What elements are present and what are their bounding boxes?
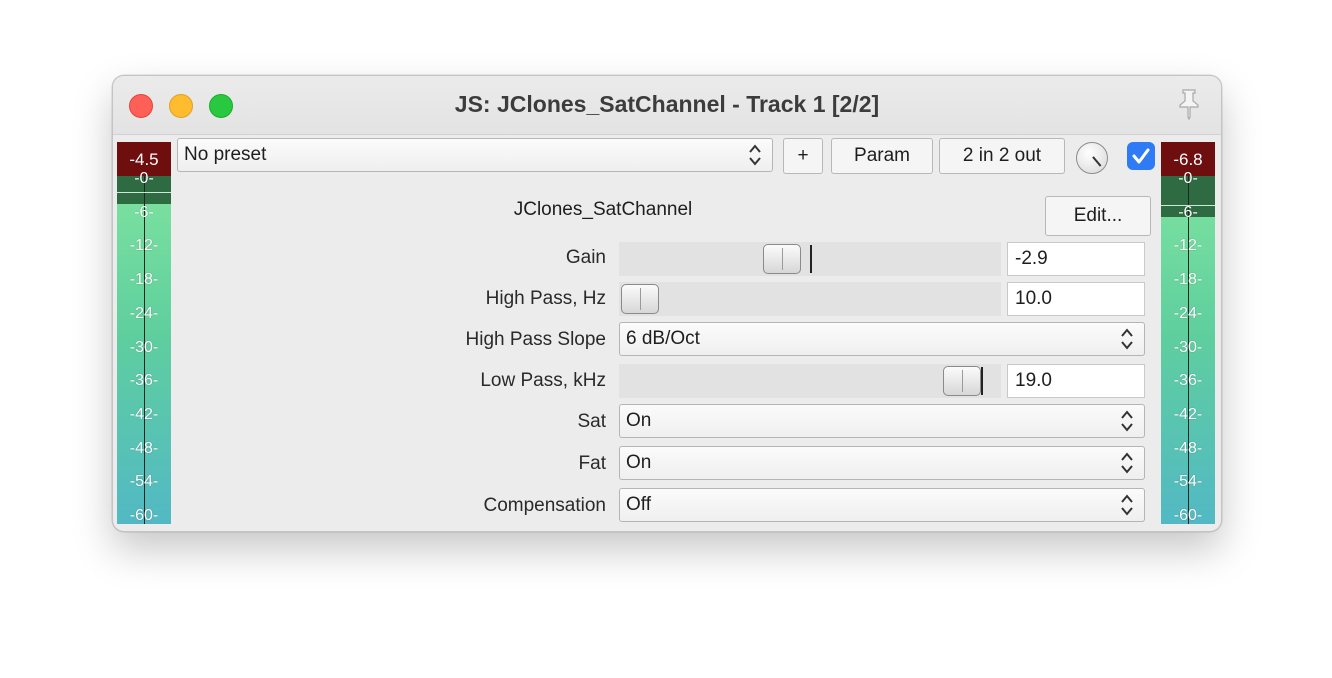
meter-tick-label: -0- bbox=[134, 170, 154, 187]
fat-select[interactable]: On bbox=[619, 446, 1145, 480]
fat-value: On bbox=[626, 452, 652, 473]
high-pass-slope-select[interactable]: 6 dB/Oct bbox=[619, 322, 1145, 356]
meter-level-line bbox=[117, 192, 171, 194]
meter-tick-label: -54- bbox=[1173, 473, 1203, 491]
meter-tick-label: -0- bbox=[1178, 170, 1198, 187]
meter-tick-label: -36- bbox=[129, 372, 159, 390]
high-pass-slider[interactable] bbox=[619, 282, 1001, 316]
meter-tick-label: -12- bbox=[129, 237, 159, 255]
meter-tick-label: -6- bbox=[1178, 203, 1198, 221]
preset-select[interactable]: No preset bbox=[177, 138, 773, 172]
param-label-low-pass: Low Pass, kHz bbox=[480, 370, 606, 391]
edit-button[interactable]: Edit... bbox=[1045, 196, 1151, 236]
meter-tick-label: -60- bbox=[129, 507, 159, 524]
io-routing-button[interactable]: 2 in 2 out bbox=[939, 138, 1065, 174]
output-level-meter[interactable]: -6.8 -0- -6- -12- -18- -24- -30- -36- -42- -48- -… bbox=[1161, 142, 1215, 524]
meter-tick-label: -48- bbox=[129, 439, 159, 457]
bypass-checkbox[interactable] bbox=[1127, 142, 1155, 170]
gain-slider[interactable] bbox=[619, 242, 1001, 276]
meter-tick-label: -36- bbox=[1173, 372, 1203, 390]
chevron-updown-icon bbox=[1121, 494, 1133, 516]
meter-tick-label: -24- bbox=[129, 304, 159, 322]
compensation-value: Off bbox=[626, 494, 651, 515]
param-label-gain: Gain bbox=[565, 247, 606, 268]
gain-value-field[interactable]: -2.9 bbox=[1007, 242, 1145, 276]
add-preset-button[interactable]: + bbox=[783, 138, 823, 174]
low-pass-value-field[interactable]: 19.0 bbox=[1007, 364, 1145, 398]
chevron-updown-icon bbox=[1121, 452, 1133, 474]
param-label-fat: Fat bbox=[578, 453, 606, 474]
meter-tick-label: -54- bbox=[129, 473, 159, 491]
wet-dry-knob[interactable] bbox=[1076, 142, 1108, 174]
slider-default-mark bbox=[981, 367, 983, 395]
param-label-compensation: Compensation bbox=[483, 495, 606, 516]
meter-tick-label: -42- bbox=[1173, 405, 1203, 423]
window-title: JS: JClones_SatChannel - Track 1 [2/2] bbox=[454, 91, 880, 117]
high-pass-value-field[interactable]: 10.0 bbox=[1007, 282, 1145, 316]
compensation-select[interactable]: Off bbox=[619, 488, 1145, 522]
meter-tick-label: -60- bbox=[1173, 507, 1203, 524]
param-label-high-pass: High Pass, Hz bbox=[485, 288, 606, 309]
input-peak-value: -4.5 bbox=[129, 150, 159, 169]
slider-thumb[interactable] bbox=[943, 366, 981, 396]
sat-value: On bbox=[626, 410, 652, 431]
meter-tick-label: -6- bbox=[134, 203, 154, 221]
meter-tick-label: -12- bbox=[1173, 237, 1203, 255]
meter-tick-label: -30- bbox=[1173, 338, 1203, 356]
plugin-window: JS: JClones_SatChannel - Track 1 [2/2] -… bbox=[112, 75, 1222, 532]
output-peak-value: -6.8 bbox=[1173, 150, 1203, 169]
sat-select[interactable]: On bbox=[619, 404, 1145, 438]
chevron-updown-icon bbox=[1121, 410, 1133, 432]
meter-tick-label: -24- bbox=[1173, 304, 1203, 322]
chevron-updown-icon bbox=[749, 144, 761, 166]
param-label-sat: Sat bbox=[577, 411, 606, 432]
slider-thumb[interactable] bbox=[763, 244, 801, 274]
title-bar[interactable]: JS: JClones_SatChannel - Track 1 [2/2] bbox=[113, 76, 1221, 135]
pin-icon[interactable] bbox=[1171, 84, 1207, 120]
meter-tick-label: -48- bbox=[1173, 439, 1203, 457]
meter-tick-label: -42- bbox=[129, 405, 159, 423]
slider-thumb[interactable] bbox=[621, 284, 659, 314]
high-pass-slope-value: 6 dB/Oct bbox=[626, 328, 700, 349]
meter-tick-label: -30- bbox=[129, 338, 159, 356]
preset-value: No preset bbox=[184, 144, 267, 165]
low-pass-slider[interactable] bbox=[619, 364, 1001, 398]
param-label-high-pass-slope: High Pass Slope bbox=[465, 329, 606, 350]
param-button[interactable]: Param bbox=[831, 138, 933, 174]
meter-tick-label: -18- bbox=[129, 271, 159, 289]
checkmark-icon bbox=[1132, 148, 1150, 164]
slider-default-mark bbox=[810, 245, 812, 273]
plugin-name: JClones_SatChannel bbox=[513, 199, 693, 220]
meter-tick-label: -18- bbox=[1173, 271, 1203, 289]
input-level-meter[interactable]: -4.5 -0- -6- -12- -18- -24- -30- -36- -42- -48- -… bbox=[117, 142, 171, 524]
chevron-updown-icon bbox=[1121, 328, 1133, 350]
